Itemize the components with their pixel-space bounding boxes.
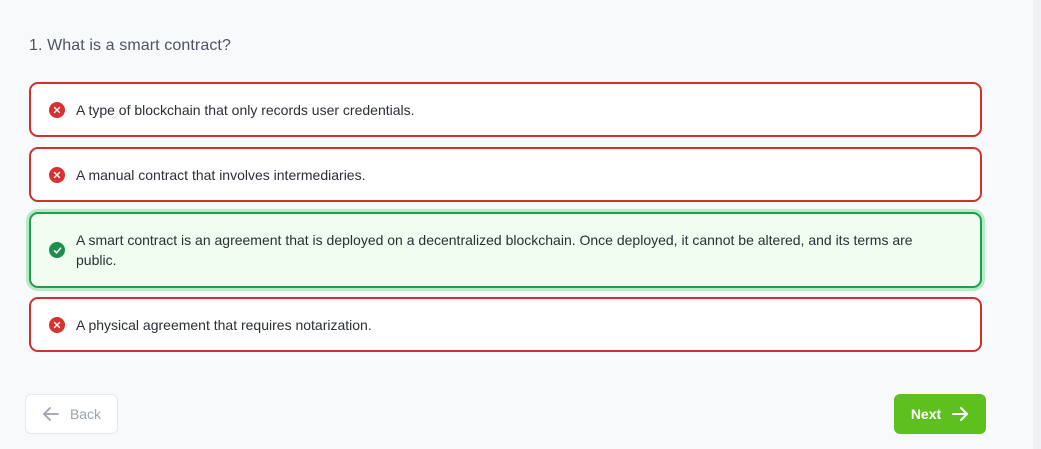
answer-option-label: A smart contract is an agreement that is…: [76, 232, 913, 268]
answer-option-3[interactable]: A smart contract is an agreement that is…: [29, 212, 982, 288]
answer-option-1[interactable]: A type of blockchain that only records u…: [29, 82, 982, 137]
x-circle-icon: [49, 101, 65, 118]
x-circle-icon: [49, 316, 65, 333]
arrow-right-icon: [952, 407, 969, 421]
x-circle-icon: [49, 166, 65, 183]
answer-options: A type of blockchain that only records u…: [29, 82, 982, 362]
question-text: 1. What is a smart contract?: [29, 37, 231, 54]
answer-option-label: A manual contract that involves intermed…: [76, 166, 366, 183]
next-button-label: Next: [910, 406, 942, 422]
back-button[interactable]: Back: [25, 394, 118, 434]
arrow-left-icon: [43, 407, 59, 421]
scrollbar-track[interactable]: [1033, 0, 1041, 449]
next-button[interactable]: Next: [894, 394, 986, 434]
answer-option-2[interactable]: A manual contract that involves intermed…: [29, 147, 982, 202]
check-circle-icon: [49, 242, 65, 258]
answer-option-4[interactable]: A physical agreement that requires notar…: [29, 297, 982, 352]
answer-option-label: A physical agreement that requires notar…: [76, 316, 372, 333]
back-button-label: Back: [69, 406, 102, 422]
answer-option-label: A type of blockchain that only records u…: [76, 101, 415, 118]
